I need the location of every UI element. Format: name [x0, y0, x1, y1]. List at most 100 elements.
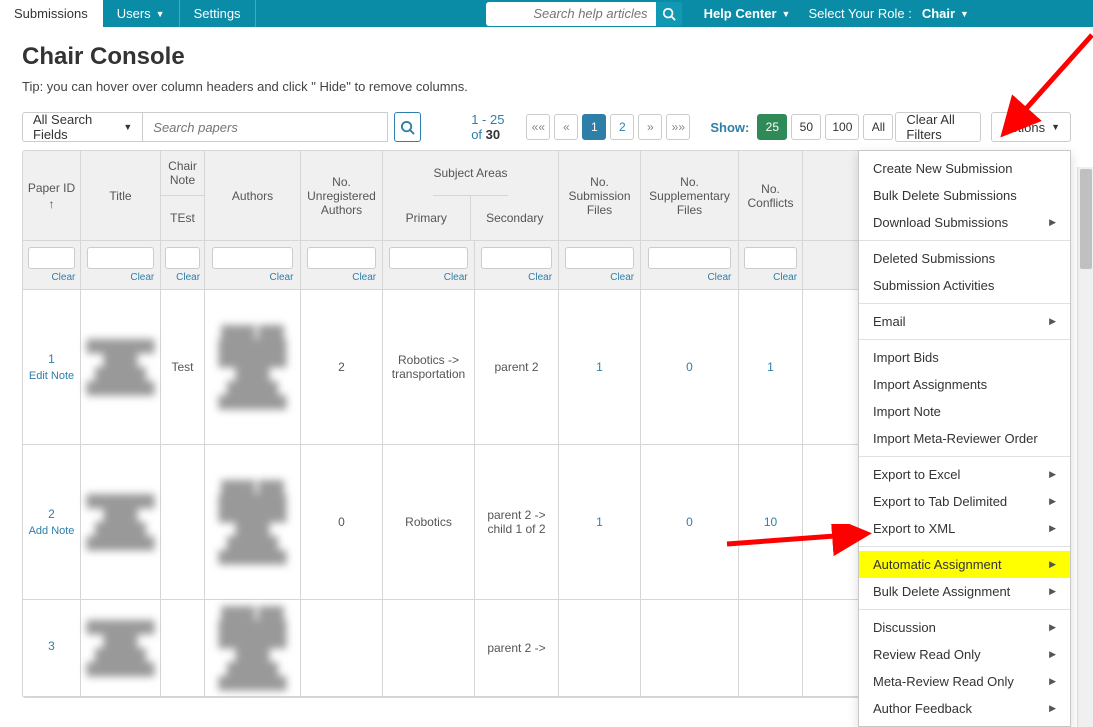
size-25[interactable]: 25	[757, 114, 787, 140]
filter-chair-note[interactable]	[165, 247, 200, 269]
clear-filter[interactable]: Clear	[389, 272, 467, 283]
menu-item-deleted-submissions[interactable]: Deleted Submissions	[859, 245, 1070, 272]
role-select[interactable]: Chair▼	[922, 0, 969, 27]
filter-paper-id[interactable]	[28, 247, 76, 269]
col-paper-id[interactable]: Paper ID↑	[23, 151, 81, 240]
conflicts-link[interactable]: 10	[764, 515, 777, 529]
clear-filter[interactable]: Clear	[28, 272, 76, 283]
menu-item-bulk-delete-submissions[interactable]: Bulk Delete Submissions	[859, 182, 1070, 209]
subfiles-link[interactable]: 1	[596, 515, 603, 529]
menu-item-email[interactable]: Email▶	[859, 308, 1070, 335]
menu-item-bulk-delete-assignment[interactable]: Bulk Delete Assignment▶	[859, 578, 1070, 605]
conflicts-link[interactable]: 1	[767, 360, 774, 374]
nav-settings[interactable]: Settings	[180, 0, 256, 27]
page-size: Show: 25 50 100 All	[710, 114, 895, 140]
subfiles-link[interactable]: 1	[596, 360, 603, 374]
search-papers-button[interactable]	[394, 112, 421, 142]
paper-id-link[interactable]: 1	[48, 352, 55, 366]
filter-subfiles[interactable]	[565, 247, 634, 269]
clear-filter[interactable]: Clear	[165, 272, 200, 283]
clear-filter[interactable]: Clear	[565, 272, 634, 283]
caret-down-icon: ▼	[156, 9, 165, 19]
clear-filter[interactable]: Clear	[481, 272, 552, 283]
menu-item-export-to-tab-delimited[interactable]: Export to Tab Delimited▶	[859, 488, 1070, 515]
search-papers-input[interactable]	[143, 112, 388, 142]
help-search-button[interactable]	[656, 2, 682, 26]
col-conflicts[interactable]: No. Conflicts	[739, 151, 803, 240]
clear-filter[interactable]: Clear	[87, 272, 155, 283]
menu-item-import-note[interactable]: Import Note	[859, 398, 1070, 425]
menu-item-submission-activities[interactable]: Submission Activities	[859, 272, 1070, 299]
actions-button[interactable]: Actions▼	[991, 112, 1071, 142]
caret-down-icon: ▼	[782, 9, 791, 19]
menu-item-download-submissions[interactable]: Download Submissions▶	[859, 209, 1070, 236]
controls-row: All Search Fields▼ 1 - 25 of 30 «« « 1 2…	[22, 112, 1071, 142]
size-100[interactable]: 100	[825, 114, 859, 140]
caret-down-icon: ▼	[960, 9, 969, 19]
chair-note-cell: Test	[161, 290, 205, 444]
role-label: Select Your Role :	[808, 0, 911, 27]
chevron-right-icon: ▶	[1049, 523, 1056, 534]
col-submission-files[interactable]: No. Submission Files	[559, 151, 641, 240]
menu-item-discussion[interactable]: Discussion▶	[859, 614, 1070, 641]
col-primary[interactable]: Primary	[383, 196, 472, 241]
page-next[interactable]: »	[638, 114, 662, 140]
menu-item-export-to-excel[interactable]: Export to Excel▶	[859, 461, 1070, 488]
edit-note-link[interactable]: Edit Note	[29, 370, 74, 382]
help-center-link[interactable]: Help Center▼	[704, 0, 791, 27]
secondary-cell: parent 2 -> child 1 of 2	[475, 445, 559, 599]
filter-unreg[interactable]	[307, 247, 376, 269]
filter-authors[interactable]	[212, 247, 294, 269]
clear-filter[interactable]: Clear	[744, 272, 797, 283]
nav-users-label: Users	[117, 6, 151, 21]
page-prev[interactable]: «	[554, 114, 578, 140]
scroll-thumb[interactable]	[1080, 169, 1092, 269]
size-50[interactable]: 50	[791, 114, 821, 140]
edit-note-link[interactable]: Add Note	[29, 525, 75, 537]
supfiles-link[interactable]: 0	[686, 360, 693, 374]
col-authors[interactable]: Authors	[205, 151, 301, 240]
col-subject-areas[interactable]: Subject Areas	[433, 151, 507, 196]
menu-item-import-assignments[interactable]: Import Assignments	[859, 371, 1070, 398]
menu-item-meta-review-read-only[interactable]: Meta-Review Read Only▶	[859, 668, 1070, 695]
actions-label: Actions	[1002, 120, 1045, 135]
menu-item-automatic-assignment[interactable]: Automatic Assignment▶	[859, 551, 1070, 578]
col-test[interactable]: TEst	[168, 196, 197, 240]
filter-primary[interactable]	[389, 247, 467, 269]
size-all[interactable]: All	[863, 114, 893, 140]
menu-item-create-new-submission[interactable]: Create New Submission	[859, 155, 1070, 182]
supfiles-link[interactable]: 0	[686, 515, 693, 529]
authors-cell: ████ ███████████████████████████████████…	[218, 480, 286, 564]
col-supplementary-files[interactable]: No. Supplementary Files	[641, 151, 739, 240]
help-search-input[interactable]	[486, 2, 656, 26]
page-last[interactable]: »»	[666, 114, 690, 140]
menu-item-review-read-only[interactable]: Review Read Only▶	[859, 641, 1070, 668]
clear-filter[interactable]: Clear	[648, 272, 732, 283]
col-title[interactable]: Title	[81, 151, 161, 240]
filter-conflicts[interactable]	[744, 247, 797, 269]
col-unregistered[interactable]: No. Unregistered Authors	[301, 151, 383, 240]
page-title: Chair Console	[22, 43, 1071, 71]
filter-title[interactable]	[87, 247, 155, 269]
search-fields-dropdown[interactable]: All Search Fields▼	[22, 112, 143, 142]
filter-supfiles[interactable]	[648, 247, 732, 269]
page-1[interactable]: 1	[582, 114, 606, 140]
nav-users[interactable]: Users ▼	[103, 0, 180, 27]
paper-id-link[interactable]: 2	[48, 507, 55, 521]
clear-all-filters-button[interactable]: Clear All Filters	[895, 112, 981, 142]
clear-filter[interactable]: Clear	[212, 272, 294, 283]
menu-item-import-bids[interactable]: Import Bids	[859, 344, 1070, 371]
filter-secondary[interactable]	[481, 247, 552, 269]
clear-filter[interactable]: Clear	[307, 272, 376, 283]
vertical-scrollbar[interactable]	[1077, 167, 1093, 727]
col-chair-note[interactable]: Chair Note	[161, 151, 204, 196]
nav-submissions[interactable]: Submissions	[0, 0, 103, 27]
paper-id-link[interactable]: 3	[48, 639, 55, 653]
menu-item-import-meta-reviewer-order[interactable]: Import Meta-Reviewer Order	[859, 425, 1070, 452]
col-secondary[interactable]: Secondary	[471, 196, 559, 241]
menu-item-author-feedback[interactable]: Author Feedback▶	[859, 695, 1070, 722]
menu-item-export-to-xml[interactable]: Export to XML▶	[859, 515, 1070, 542]
page-first[interactable]: ««	[526, 114, 550, 140]
page-2[interactable]: 2	[610, 114, 634, 140]
primary-cell	[383, 600, 475, 696]
